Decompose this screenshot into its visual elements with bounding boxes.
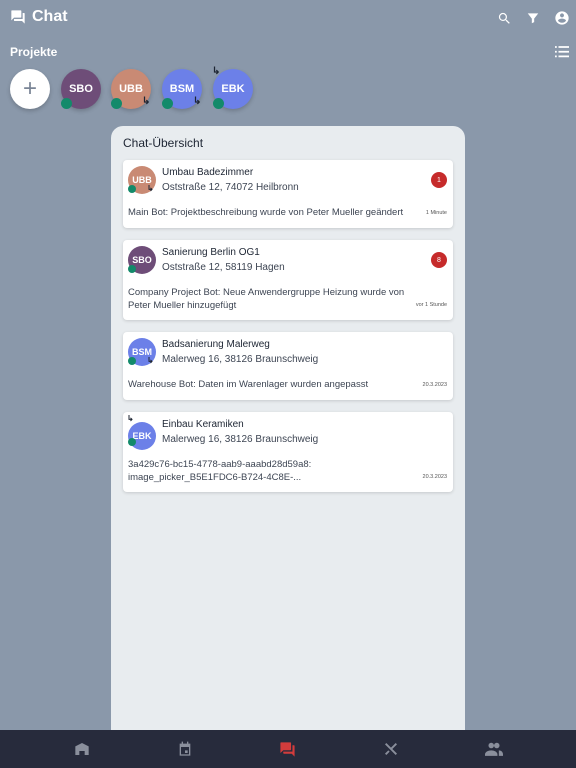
calendar-icon[interactable] xyxy=(175,739,195,759)
project-avatar[interactable]: SBO xyxy=(61,69,101,109)
chat-title: Einbau Keramiken xyxy=(162,419,244,430)
chat-title: Umbau Badezimmer xyxy=(162,167,254,178)
chat-icon xyxy=(11,10,25,24)
unread-badge: 1 xyxy=(431,172,447,188)
chat-last-message: Warehouse Bot: Daten im Warenlager wurde… xyxy=(128,379,369,390)
chat-last-message: Company Project Bot: Neue Anwendergruppe… xyxy=(128,287,405,311)
project-avatar[interactable]: UBB ↳ xyxy=(111,69,151,109)
unread-badge: 8 xyxy=(431,252,447,268)
home-icon[interactable] xyxy=(72,739,92,759)
chat-card[interactable]: SBO Sanierung Berlin OG1 Oststraße 12, 5… xyxy=(123,240,453,320)
subproject-arrow-icon: ↳ xyxy=(147,184,154,193)
project-avatar[interactable]: EBK ↳ xyxy=(212,66,253,109)
panel-title: Chat-Übersicht xyxy=(123,136,204,150)
search-icon[interactable] xyxy=(496,9,512,27)
chat-card[interactable]: UBB ↳ Umbau Badezimmer Oststraße 12, 740… xyxy=(123,160,453,228)
list-view-icon[interactable] xyxy=(555,45,569,63)
online-indicator xyxy=(162,98,173,109)
chat-address: Oststraße 12, 58119 Hagen xyxy=(162,262,285,273)
chat-address: Malerweg 16, 38126 Braunschweig xyxy=(162,354,319,365)
chat-time: 1 Minute xyxy=(425,210,447,216)
chat-title: Sanierung Berlin OG1 xyxy=(162,247,260,258)
online-indicator xyxy=(128,185,136,193)
chat-card[interactable]: EBK ↳ Einbau Keramiken Malerweg 16, 3812… xyxy=(123,412,453,492)
chat-time: vor 1 Stunde xyxy=(415,302,447,308)
people-icon[interactable] xyxy=(484,739,504,759)
subproject-arrow-icon: ↳ xyxy=(142,96,151,107)
online-indicator xyxy=(128,265,136,273)
chat-last-message: 3a429c76-bc15-4778-aab9-aaabd28d59a8: im… xyxy=(128,459,312,483)
online-indicator xyxy=(128,357,136,365)
chat-icon[interactable] xyxy=(278,739,298,759)
tools-icon[interactable] xyxy=(381,739,401,759)
project-avatar[interactable]: BSM ↳ xyxy=(162,69,202,109)
online-indicator xyxy=(213,98,224,109)
chat-card[interactable]: BSM ↳ Badsanierung Malerweg Malerweg 16,… xyxy=(123,332,453,400)
bottom-navigation xyxy=(0,730,576,768)
chat-time: 20.3.2023 xyxy=(422,382,447,388)
projects-label: Projekte xyxy=(10,45,58,59)
chat-address: Malerweg 16, 38126 Braunschweig xyxy=(162,434,319,445)
chat-address: Oststraße 12, 74072 Heilbronn xyxy=(162,182,299,193)
app-title: Chat xyxy=(10,8,68,26)
add-project-button[interactable]: + xyxy=(10,69,50,109)
app-title-text: Chat xyxy=(32,8,68,25)
online-indicator xyxy=(111,98,122,109)
subproject-arrow-icon: ↳ xyxy=(147,356,154,365)
chat-time: 20.3.2023 xyxy=(422,474,447,480)
subproject-arrow-icon: ↳ xyxy=(212,66,221,77)
chat-title: Badsanierung Malerweg xyxy=(162,339,270,350)
subproject-arrow-icon: ↳ xyxy=(127,414,134,423)
filter-icon[interactable] xyxy=(525,9,541,27)
account-icon[interactable] xyxy=(554,9,570,27)
chat-last-message: Main Bot: Projektbeschreibung wurde von … xyxy=(128,207,404,218)
top-bar: Chat xyxy=(0,0,576,36)
chat-overview-panel: Chat-Übersicht UBB ↳ Umbau Badezimmer Os… xyxy=(111,126,465,736)
online-indicator xyxy=(61,98,72,109)
online-indicator xyxy=(128,438,136,446)
subproject-arrow-icon: ↳ xyxy=(193,96,202,107)
